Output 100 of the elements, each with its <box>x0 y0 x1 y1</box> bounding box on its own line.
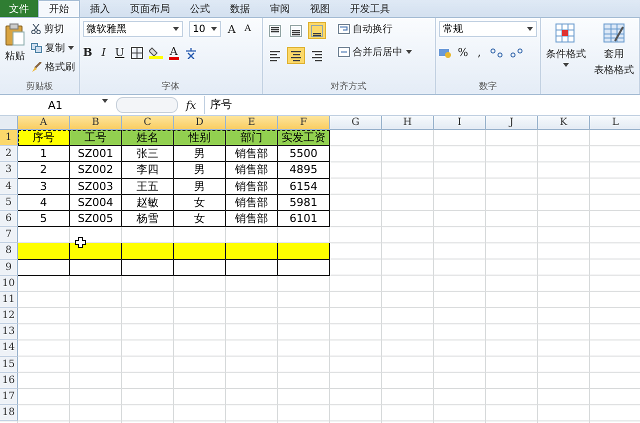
merge-center-button[interactable]: 合并后居中 <box>338 44 412 59</box>
ribbon-tab[interactable]: 公式 <box>180 0 220 17</box>
row-header[interactable]: 6 <box>0 210 18 228</box>
ribbon-tab[interactable]: 视图 <box>300 0 340 17</box>
wrap-text-button[interactable]: 自动换行 <box>338 21 412 36</box>
align-lines-icon <box>310 24 323 36</box>
shrink-font-button[interactable]: A <box>242 22 253 36</box>
percent-button[interactable]: % <box>458 45 468 60</box>
merge-icon <box>338 46 350 56</box>
column-header[interactable]: E <box>226 116 278 130</box>
row-header[interactable]: 9 <box>0 260 18 276</box>
grow-font-button[interactable]: A <box>226 22 237 36</box>
column-header[interactable]: K <box>538 116 590 130</box>
caret-icon <box>68 46 74 50</box>
table-cell: 2 <box>18 162 70 179</box>
row-header[interactable]: 3 <box>0 162 18 179</box>
column-header[interactable]: J <box>486 116 538 130</box>
currency-icon[interactable] <box>438 46 452 58</box>
column-header[interactable]: L <box>590 116 640 130</box>
table-cell: 销售部 <box>226 178 278 195</box>
row-header[interactable]: 15 <box>0 356 18 373</box>
phonetic-icon[interactable] <box>184 46 197 58</box>
table-format-button[interactable]: 套用 表格格式 <box>592 21 636 94</box>
row-header[interactable]: 11 <box>0 292 18 308</box>
formula-bar-handle[interactable] <box>116 97 178 113</box>
table-cell: SZ001 <box>70 146 122 162</box>
ribbon-tab[interactable]: 开始 <box>38 0 80 17</box>
insert-function-button[interactable]: fx <box>182 98 200 112</box>
column-header[interactable]: D <box>174 116 226 130</box>
row-header[interactable]: 5 <box>0 194 18 211</box>
decimal-icon[interactable] <box>490 48 504 58</box>
column-header[interactable]: A <box>18 116 70 130</box>
bold-button[interactable]: B <box>82 45 93 60</box>
table-cell: 男 <box>174 146 226 162</box>
underline-button[interactable]: U <box>114 45 125 60</box>
wrap-icon <box>338 24 350 34</box>
column-header[interactable]: B <box>70 116 122 130</box>
number-format-field[interactable]: 常规 <box>438 21 537 37</box>
decimal-icon[interactable] <box>510 48 524 58</box>
paste-button[interactable]: 粘贴 <box>3 21 27 81</box>
table-cell: 张三 <box>122 146 174 162</box>
column-header[interactable]: G <box>330 116 382 130</box>
font-color-button[interactable]: A <box>168 45 179 60</box>
brush-icon <box>31 62 42 72</box>
format-painter-button[interactable]: 格式刷 <box>31 59 75 74</box>
column-header[interactable]: C <box>122 116 174 130</box>
align-button[interactable] <box>308 22 326 39</box>
ribbon-tab[interactable]: 插入 <box>80 0 120 17</box>
caret-icon <box>102 98 108 102</box>
cut-button[interactable]: 剪切 <box>31 21 75 36</box>
align-button[interactable] <box>286 47 305 64</box>
caret-icon <box>563 63 569 67</box>
ribbon-tab[interactable]: 审阅 <box>260 0 300 17</box>
row-header[interactable]: 14 <box>0 340 18 357</box>
row-header[interactable]: 17 <box>0 389 18 406</box>
row-header[interactable]: 1 <box>0 130 18 146</box>
table-cell: 李四 <box>122 162 174 179</box>
column-header[interactable]: F <box>278 116 330 130</box>
table-cell: SZ004 <box>70 194 122 211</box>
ribbon-tab[interactable]: 数据 <box>220 0 260 17</box>
row-header[interactable]: 16 <box>0 372 18 389</box>
table-cell: 实发工资 <box>278 130 330 146</box>
font-size-field[interactable]: 10 <box>188 21 221 37</box>
clipboard-icon <box>4 23 26 47</box>
ribbon-tab[interactable]: 开发工具 <box>340 0 400 17</box>
align-lines-icon <box>290 50 302 62</box>
table-cell: 姓名 <box>122 130 174 146</box>
formula-input[interactable]: 序号 <box>204 96 640 114</box>
font-family-field[interactable]: 微软雅黑 <box>82 21 183 37</box>
italic-button[interactable]: I <box>98 45 109 60</box>
name-box[interactable]: A1 <box>0 98 112 112</box>
row-header[interactable]: 12 <box>0 308 18 324</box>
fill-color-icon[interactable] <box>148 46 163 59</box>
table-cell: 5981 <box>278 194 330 211</box>
row-header[interactable]: 10 <box>0 276 18 292</box>
conditional-format-button[interactable]: 条件格式 <box>544 21 588 94</box>
row-header[interactable]: 7 <box>0 227 18 244</box>
scissors-icon <box>31 24 41 34</box>
row-header[interactable]: 4 <box>0 178 18 195</box>
copy-button[interactable]: 复制 <box>31 40 75 55</box>
row-header[interactable]: 13 <box>0 324 18 340</box>
column-header[interactable]: H <box>382 116 434 130</box>
comma-button[interactable]: , <box>474 45 484 60</box>
table-cell: 男 <box>174 162 226 179</box>
table-cell: 6154 <box>278 178 330 195</box>
table-cell: SZ005 <box>70 210 122 228</box>
file-tab[interactable]: 文件 <box>0 0 38 17</box>
copy-icon <box>31 42 42 52</box>
row-header[interactable]: 2 <box>0 146 18 162</box>
table-cell: 性别 <box>174 130 226 146</box>
table-cell: 4 <box>18 194 70 211</box>
table-cell: 销售部 <box>226 162 278 179</box>
cross-cursor-icon <box>75 237 86 248</box>
table-cell: 赵敏 <box>122 194 174 211</box>
ribbon-tab[interactable]: 页面布局 <box>120 0 180 17</box>
row-header[interactable]: 8 <box>0 243 18 260</box>
table-cell: 5 <box>18 210 70 228</box>
row-header[interactable]: 18 <box>0 405 18 422</box>
border-icon[interactable] <box>130 46 143 58</box>
column-header[interactable]: I <box>434 116 486 130</box>
